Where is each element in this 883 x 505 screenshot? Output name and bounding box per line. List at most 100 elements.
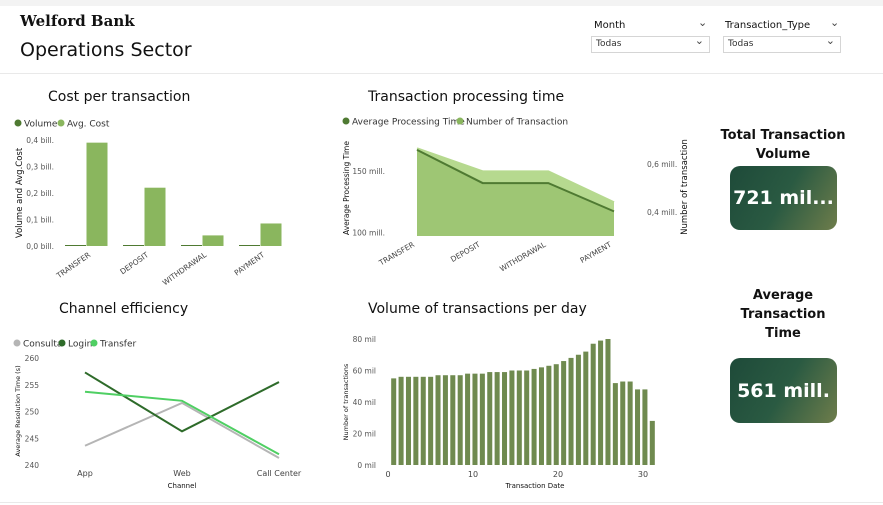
perday-bar — [538, 367, 544, 465]
proc-legend-avgtime-marker — [342, 117, 350, 125]
perday-bar — [605, 339, 611, 465]
perday-bar — [472, 373, 478, 465]
cost-x-tick: PAYMENT — [233, 250, 267, 277]
cost-bar-avgcost — [144, 187, 166, 246]
perday-y-axis-label: Number of transactions — [342, 363, 350, 440]
perday-bar — [524, 370, 530, 465]
perday-bar — [509, 370, 515, 465]
cost-bar-avgcost — [86, 142, 108, 246]
perday-bar — [420, 376, 426, 465]
channel-y-tick: 260 — [25, 354, 40, 363]
perday-x-tick: 10 — [468, 470, 478, 479]
cost-bar-volume — [181, 245, 202, 246]
kpi-time-title: Average Transaction Time — [740, 288, 826, 341]
channel-x-tick: Web — [173, 469, 190, 478]
perday-bar — [457, 375, 463, 465]
cost-bar-avgcost — [260, 223, 282, 246]
perday-y-tick: 80 mil — [353, 335, 376, 344]
perday-bar — [465, 373, 471, 465]
perday-bar — [428, 376, 434, 465]
perday-bar — [568, 357, 574, 465]
perday-y-tick: 60 mil — [353, 367, 376, 376]
perday-bar — [502, 372, 508, 465]
cost-x-tick: DEPOSIT — [118, 250, 150, 276]
perday-bar — [516, 370, 522, 465]
cost-legend-avgcost-marker — [57, 119, 65, 127]
perday-bar — [583, 351, 589, 465]
cost-y-tick: 0,3 bill. — [26, 163, 54, 172]
perday-bar — [391, 378, 397, 465]
kpi-time-card[interactable]: 561 mill. — [730, 358, 837, 423]
perday-x-tick: 0 — [385, 470, 390, 479]
cost-x-tick: TRANSFER — [54, 250, 92, 280]
perday-bar — [413, 376, 419, 465]
kpi-volume-value: 721 mil... — [733, 187, 834, 209]
perday-bar — [649, 420, 655, 465]
proc-y-tick: 100 mill. — [352, 228, 385, 237]
perday-bar — [405, 376, 411, 465]
channel-x-tick: Call Center — [257, 469, 302, 478]
perday-bar — [435, 375, 441, 465]
cost-legend-volume-marker — [14, 119, 22, 127]
cost-y-tick: 0,4 bill. — [26, 136, 54, 145]
proc-x-tick: WITHDRAWAL — [498, 240, 548, 274]
perday-bar — [635, 389, 641, 465]
perday-x-tick: 20 — [553, 470, 563, 479]
cost-bar-avgcost — [202, 235, 224, 246]
perday-y-tick: 0 mil — [357, 461, 376, 470]
channel-y-tick: 240 — [25, 461, 40, 470]
cost-legend-volume-label: Volume — [24, 120, 58, 130]
charts-canvas: Volume Avg. Cost Volume and Avg.Cost0,0 bi… — [13, 117, 690, 491]
proc-y-axis-label: Average Processing Time — [342, 141, 351, 235]
perday-bar — [642, 389, 648, 465]
proc-x-tick: DEPOSIT — [449, 240, 482, 264]
perday-x-axis-label: Transaction Date — [504, 482, 564, 490]
perday-bar — [442, 375, 448, 465]
kpi-volume-card[interactable]: 721 mil... — [730, 166, 837, 230]
perday-chart[interactable]: Number of transactions Transaction Date 0 … — [342, 335, 655, 490]
channel-x-tick: App — [77, 469, 93, 478]
cost-bar-volume — [239, 245, 260, 246]
perday-bar — [479, 373, 485, 465]
channel-y-axis-label: Average Resolution Time (s) — [14, 365, 22, 456]
cost-chart[interactable]: Volume Avg. Cost Volume and Avg.Cost0,0 bi… — [14, 119, 282, 288]
channel-legend-consulta-label: Consulta — [23, 340, 62, 350]
proc-x-tick: PAYMENT — [579, 240, 614, 265]
cost-bar-volume — [65, 245, 86, 246]
perday-bar — [627, 381, 633, 465]
perday-bar — [531, 368, 537, 465]
channel-y-tick: 245 — [25, 434, 40, 443]
perday-bar — [620, 381, 626, 465]
channel-legend-transfer-label: Transfer — [99, 340, 136, 350]
perday-y-tick: 20 mil — [353, 430, 376, 439]
cost-y-axis-label: Volume and Avg.Cost — [15, 147, 25, 238]
perday-y-tick: 40 mil — [353, 398, 376, 407]
perday-bar — [487, 372, 493, 465]
channel-chart[interactable]: Consulta Login Transfer Average Resolution … — [13, 339, 302, 491]
kpi-time-value: 561 mill. — [737, 379, 830, 402]
cost-y-tick: 0,2 bill. — [26, 189, 54, 198]
channel-legend-login-label: Login — [68, 340, 92, 350]
channel-x-axis-label: Channel — [168, 482, 197, 490]
perday-x-tick: 30 — [638, 470, 648, 479]
perday-bar — [598, 340, 604, 465]
proc-legend-avgtime-label: Average Processing Time — [352, 118, 465, 128]
perday-bar — [494, 372, 500, 465]
channel-y-tick: 255 — [25, 381, 40, 390]
perday-bar — [546, 365, 552, 465]
cost-y-tick: 0,0 bill. — [26, 242, 54, 251]
channel-y-tick: 250 — [25, 408, 40, 417]
proc-y2-tick: 0,6 mill. — [647, 160, 677, 169]
cost-bar-volume — [123, 245, 144, 246]
kpi-volume-title: Total Transaction Volume — [720, 128, 846, 162]
perday-bar — [450, 375, 456, 465]
proc-legend-count-label: Number of Transaction — [466, 118, 568, 128]
cost-legend-avgcost-label: Avg. Cost — [67, 120, 110, 130]
perday-bar — [575, 354, 581, 465]
perday-bar — [553, 364, 559, 465]
perday-bar — [398, 376, 404, 465]
perday-bar — [612, 383, 618, 465]
cost-y-tick: 0,1 bill. — [26, 216, 54, 225]
processing-chart[interactable]: Average Processing Time Number of Transac… — [342, 117, 690, 274]
cost-x-tick: WITHDRAWAL — [161, 250, 209, 287]
